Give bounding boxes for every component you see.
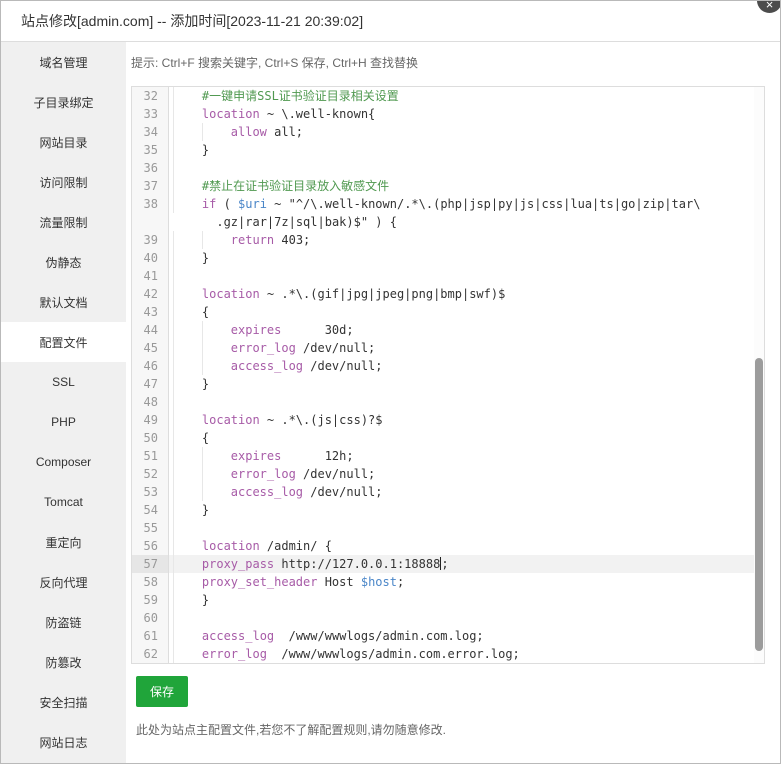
line-number: 35 <box>132 141 169 159</box>
dialog-body: 域名管理子目录绑定网站目录访问限制流量限制伪静态默认文档配置文件SSLPHPCo… <box>1 42 780 763</box>
code-line[interactable]: 49location ~ .*\.(js|css)?$ <box>132 411 764 429</box>
code-line[interactable]: 52error_log /dev/null; <box>132 465 764 483</box>
code-line[interactable]: 34allow all; <box>132 123 764 141</box>
save-button[interactable]: 保存 <box>136 676 188 707</box>
code-line[interactable]: 57proxy_pass http://127.0.0.1:18888; <box>132 555 764 573</box>
code-line[interactable]: 33location ~ \.well-known{ <box>132 105 764 123</box>
main-panel: 提示: Ctrl+F 搜索关键字, Ctrl+S 保存, Ctrl+H 查找替换… <box>126 42 780 763</box>
dialog-title: 站点修改[admin.com] -- 添加时间[2023-11-21 20:39… <box>21 11 363 31</box>
code-line[interactable]: 46access_log /dev/null; <box>132 357 764 375</box>
line-number: 57 <box>132 555 169 573</box>
code-line[interactable]: 55 <box>132 519 764 537</box>
sidebar-item-domain[interactable]: 域名管理 <box>1 42 126 82</box>
editor-scrollbar[interactable] <box>754 87 764 663</box>
code-line[interactable]: 56location /admin/ { <box>132 537 764 555</box>
line-number: 41 <box>132 267 169 285</box>
line-number: 53 <box>132 483 169 501</box>
line-number <box>132 213 169 231</box>
code-line[interactable]: 35} <box>132 141 764 159</box>
line-number: 62 <box>132 645 169 663</box>
line-number: 42 <box>132 285 169 303</box>
code-line[interactable]: .gz|rar|7z|sql|bak)$" ) { <box>132 213 764 231</box>
line-number: 60 <box>132 609 169 627</box>
line-number: 51 <box>132 447 169 465</box>
line-number: 39 <box>132 231 169 249</box>
code-line[interactable]: 54} <box>132 501 764 519</box>
line-number: 34 <box>132 123 169 141</box>
site-modify-dialog: × 站点修改[admin.com] -- 添加时间[2023-11-21 20:… <box>0 0 781 764</box>
code-lines: 32#一键申请SSL证书验证目录相关设置33location ~ \.well-… <box>132 87 764 663</box>
sidebar-item-tomcat[interactable]: Tomcat <box>1 482 126 522</box>
line-number: 45 <box>132 339 169 357</box>
code-line[interactable]: 50{ <box>132 429 764 447</box>
shortcut-hint: 提示: Ctrl+F 搜索关键字, Ctrl+S 保存, Ctrl+H 查找替换 <box>131 54 765 72</box>
line-number: 37 <box>132 177 169 195</box>
footer-note: 此处为站点主配置文件,若您不了解配置规则,请勿随意修改. <box>136 721 765 738</box>
line-number: 38 <box>132 195 169 213</box>
line-number: 47 <box>132 375 169 393</box>
code-line[interactable]: 51expires 12h; <box>132 447 764 465</box>
sidebar-item-sitedir[interactable]: 网站目录 <box>1 122 126 162</box>
code-line[interactable]: 42location ~ .*\.(gif|jpg|jpeg|png|bmp|s… <box>132 285 764 303</box>
line-number: 61 <box>132 627 169 645</box>
code-line[interactable]: 39return 403; <box>132 231 764 249</box>
code-line[interactable]: 53access_log /dev/null; <box>132 483 764 501</box>
code-line[interactable]: 45error_log /dev/null; <box>132 339 764 357</box>
code-line[interactable]: 32#一键申请SSL证书验证目录相关设置 <box>132 87 764 105</box>
line-number: 48 <box>132 393 169 411</box>
line-number: 55 <box>132 519 169 537</box>
sidebar-item-ssl[interactable]: SSL <box>1 362 126 402</box>
code-line[interactable]: 38if ( $uri ~ "^/\.well-known/.*\.(php|j… <box>132 195 764 213</box>
code-line[interactable]: 58proxy_set_header Host $host; <box>132 573 764 591</box>
code-line[interactable]: 41 <box>132 267 764 285</box>
editor-scrollbar-thumb[interactable] <box>755 358 763 652</box>
line-number: 36 <box>132 159 169 177</box>
sidebar-item-composer[interactable]: Composer <box>1 442 126 482</box>
sidebar-item-tamper-proof[interactable]: 防篡改 <box>1 642 126 682</box>
code-line[interactable]: 48 <box>132 393 764 411</box>
sidebar-item-redirect[interactable]: 重定向 <box>1 522 126 562</box>
sidebar-item-subdir[interactable]: 子目录绑定 <box>1 82 126 122</box>
line-number: 32 <box>132 87 169 105</box>
code-line[interactable]: 61access_log /www/wwwlogs/admin.com.log; <box>132 627 764 645</box>
line-number: 40 <box>132 249 169 267</box>
sidebar-item-php[interactable]: PHP <box>1 402 126 442</box>
sidebar-item-security-scan[interactable]: 安全扫描 <box>1 682 126 722</box>
sidebar-item-rewrite[interactable]: 伪静态 <box>1 242 126 282</box>
sidebar-item-access-limit[interactable]: 访问限制 <box>1 162 126 202</box>
code-line[interactable]: 60 <box>132 609 764 627</box>
sidebar-item-site-logs[interactable]: 网站日志 <box>1 722 126 762</box>
code-line[interactable]: 62error_log /www/wwwlogs/admin.com.error… <box>132 645 764 663</box>
sidebar-item-default-doc[interactable]: 默认文档 <box>1 282 126 322</box>
code-line[interactable]: 37#禁止在证书验证目录放入敏感文件 <box>132 177 764 195</box>
sidebar-item-reverse-proxy[interactable]: 反向代理 <box>1 562 126 602</box>
line-number: 44 <box>132 321 169 339</box>
config-code-editor[interactable]: 32#一键申请SSL证书验证目录相关设置33location ~ \.well-… <box>131 86 765 664</box>
line-number: 49 <box>132 411 169 429</box>
code-line[interactable]: 47} <box>132 375 764 393</box>
dialog-title-bar: 站点修改[admin.com] -- 添加时间[2023-11-21 20:39… <box>1 1 780 42</box>
line-number: 56 <box>132 537 169 555</box>
sidebar: 域名管理子目录绑定网站目录访问限制流量限制伪静态默认文档配置文件SSLPHPCo… <box>1 42 126 763</box>
code-line[interactable]: 36 <box>132 159 764 177</box>
line-number: 54 <box>132 501 169 519</box>
line-number: 43 <box>132 303 169 321</box>
line-number: 33 <box>132 105 169 123</box>
sidebar-item-config-file[interactable]: 配置文件 <box>1 322 126 362</box>
sidebar-item-hotlink[interactable]: 防盗链 <box>1 602 126 642</box>
sidebar-item-traffic-limit[interactable]: 流量限制 <box>1 202 126 242</box>
line-number: 50 <box>132 429 169 447</box>
line-number: 52 <box>132 465 169 483</box>
code-line[interactable]: 43{ <box>132 303 764 321</box>
line-number: 46 <box>132 357 169 375</box>
line-number: 59 <box>132 591 169 609</box>
line-number: 58 <box>132 573 169 591</box>
code-line[interactable]: 59} <box>132 591 764 609</box>
code-line[interactable]: 40} <box>132 249 764 267</box>
code-line[interactable]: 44expires 30d; <box>132 321 764 339</box>
